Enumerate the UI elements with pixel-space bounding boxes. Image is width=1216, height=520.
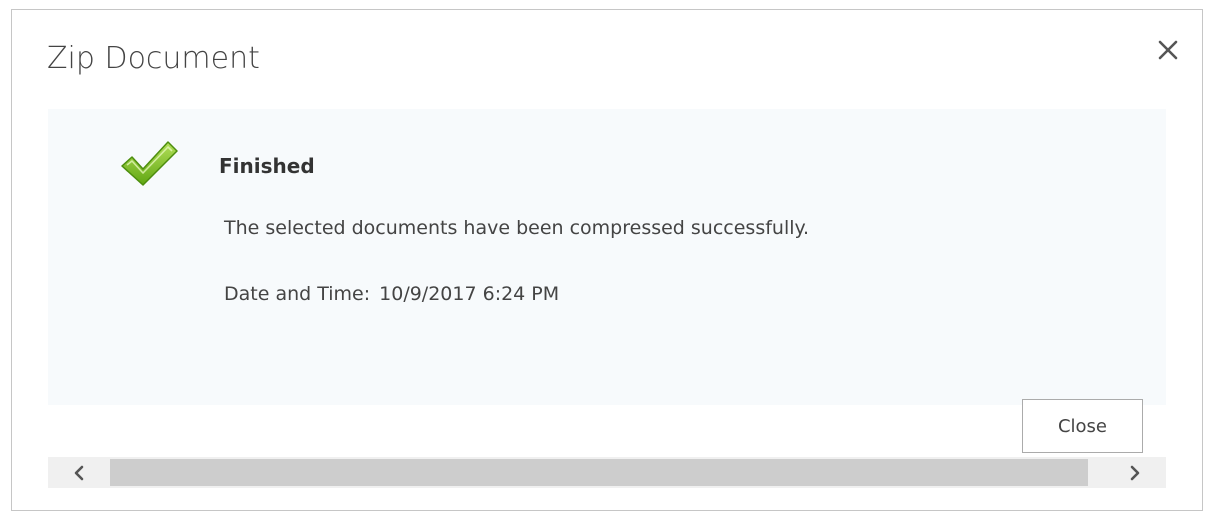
status-title: Finished bbox=[219, 154, 315, 178]
scrollbar-thumb[interactable] bbox=[110, 459, 1088, 486]
zip-document-dialog: Zip Document Finished The selected docum… bbox=[11, 9, 1203, 511]
status-message: The selected documents have been compres… bbox=[224, 217, 810, 239]
close-button[interactable]: Close bbox=[1022, 399, 1143, 453]
checkmark-icon bbox=[119, 138, 179, 190]
chevron-left-icon[interactable] bbox=[48, 457, 110, 488]
dialog-title: Zip Document bbox=[47, 41, 260, 76]
horizontal-scrollbar[interactable] bbox=[48, 457, 1166, 488]
status-panel: Finished The selected documents have bee… bbox=[48, 109, 1166, 405]
close-icon-glyph bbox=[1158, 40, 1178, 60]
chevron-right-icon[interactable] bbox=[1104, 457, 1166, 488]
date-time-label: Date and Time: bbox=[224, 283, 371, 305]
close-icon[interactable] bbox=[1150, 32, 1186, 68]
date-time-row: Date and Time: 10/9/2017 6:24 PM bbox=[224, 283, 559, 305]
date-time-value: 10/9/2017 6:24 PM bbox=[379, 283, 560, 305]
